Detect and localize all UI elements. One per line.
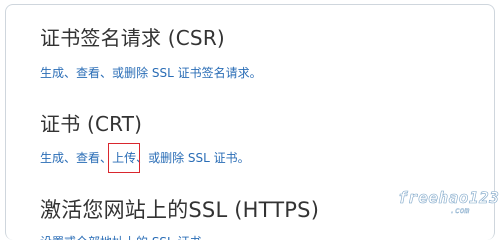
csr-delete-link[interactable]: 删除: [124, 66, 148, 80]
crt-delete-link[interactable]: 删除: [160, 151, 184, 165]
crt-upload-link[interactable]: 上传: [112, 151, 136, 165]
crt-view-link[interactable]: 查看: [76, 151, 100, 165]
watermark-text: freehao123: [398, 188, 500, 208]
csr-generate-link[interactable]: 生成: [40, 66, 64, 80]
csr-view-link[interactable]: 查看: [76, 66, 100, 80]
crt-links-tail: SSL 证书。: [184, 151, 250, 165]
crt-generate-link[interactable]: 生成: [40, 151, 64, 165]
freehao123-watermark: freehao123 .com: [398, 188, 499, 222]
activate-ssl-heading: 激活您网站上的SSL (HTTPS): [40, 198, 320, 222]
crt-heading: 证书 (CRT): [40, 112, 143, 136]
csr-links: 生成、查看、或删除 SSL 证书签名请求。: [40, 64, 262, 81]
separator: 、: [64, 151, 77, 165]
activate-ssl-links: 设置或全部地址上的 SSL 证书: [40, 233, 202, 240]
csr-links-tail: SSL 证书签名请求。: [148, 66, 262, 80]
separator: 、: [64, 66, 77, 80]
crt-links: 生成、查看、上传、或删除 SSL 证书。: [40, 143, 250, 173]
csr-heading: 证书签名请求 (CSR): [40, 26, 225, 50]
watermark-sub: .com: [450, 206, 470, 215]
separator: 、或: [100, 66, 125, 80]
highlight-box: 上传: [108, 143, 141, 173]
